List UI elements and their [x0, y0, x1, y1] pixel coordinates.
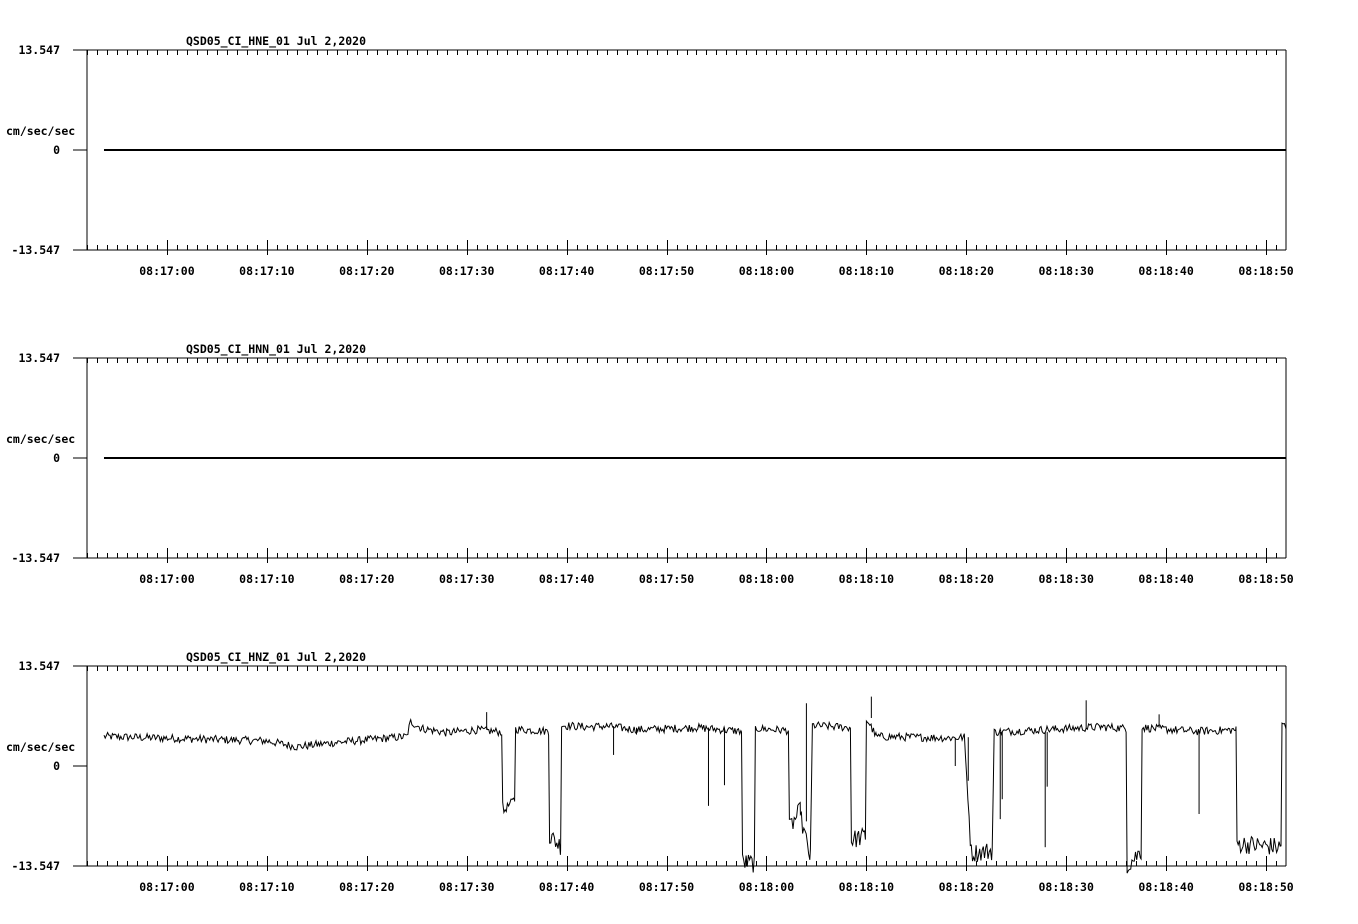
x-tick-label: 08:18:20 — [939, 264, 994, 278]
x-tick-label: 08:18:20 — [939, 880, 994, 894]
y-tick-label: 0 — [53, 759, 60, 773]
x-tick-label: 08:18:10 — [839, 264, 894, 278]
x-tick-label: 08:17:20 — [339, 572, 394, 586]
x-tick-label: 08:17:40 — [539, 880, 594, 894]
x-tick-label: 08:18:30 — [1038, 264, 1093, 278]
x-tick-label: 08:18:50 — [1238, 572, 1293, 586]
y-tick-label: 0 — [53, 143, 60, 157]
y-tick-label: 13.547 — [18, 43, 60, 57]
y-axis-label: cm/sec/sec — [6, 124, 75, 138]
x-tick-label: 08:18:40 — [1138, 264, 1193, 278]
x-tick-label: 08:18:00 — [739, 572, 794, 586]
x-tick-label: 08:17:40 — [539, 572, 594, 586]
y-tick-label: -13.547 — [12, 243, 61, 257]
panel-title: QSD05_CI_HNE_01 Jul 2,2020 — [186, 34, 366, 49]
x-tick-label: 08:18:30 — [1038, 572, 1093, 586]
x-tick-label: 08:18:50 — [1238, 264, 1293, 278]
y-axis-label: cm/sec/sec — [6, 432, 75, 446]
x-tick-label: 08:17:50 — [639, 880, 694, 894]
x-tick-label: 08:17:10 — [239, 880, 294, 894]
seismogram-figure: 13.547 0 -13.547 cm/sec/sec QSD05_CI_HNE_01 … — [0, 0, 1358, 924]
y-tick-label: 13.547 — [18, 351, 60, 365]
y-tick-label: 0 — [53, 451, 60, 465]
x-tick-label: 08:18:10 — [839, 572, 894, 586]
x-tick-label: 08:17:30 — [439, 880, 494, 894]
panel-title: QSD05_CI_HNZ_01 Jul 2,2020 — [186, 650, 366, 665]
x-tick-label: 08:18:30 — [1038, 880, 1093, 894]
x-tick-label: 08:17:00 — [139, 880, 194, 894]
x-tick-label: 08:17:20 — [339, 880, 394, 894]
y-axis-label: cm/sec/sec — [6, 740, 75, 754]
panel-title: QSD05_CI_HNN_01 Jul 2,2020 — [186, 342, 366, 357]
x-tick-label: 08:17:40 — [539, 264, 594, 278]
x-tick-label: 08:17:10 — [239, 572, 294, 586]
x-tick-label: 08:18:40 — [1138, 880, 1193, 894]
x-tick-label: 08:18:20 — [939, 572, 994, 586]
y-tick-label: 13.547 — [18, 659, 60, 673]
x-tick-label: 08:17:00 — [139, 264, 194, 278]
x-tick-label: 08:18:50 — [1238, 880, 1293, 894]
x-tick-label: 08:17:30 — [439, 264, 494, 278]
x-tick-label: 08:18:00 — [739, 264, 794, 278]
x-tick-label: 08:17:50 — [639, 572, 694, 586]
x-tick-label: 08:18:10 — [839, 880, 894, 894]
x-tick-label: 08:17:50 — [639, 264, 694, 278]
x-tick-label: 08:17:20 — [339, 264, 394, 278]
x-tick-label: 08:17:10 — [239, 264, 294, 278]
x-tick-label: 08:18:40 — [1138, 572, 1193, 586]
x-tick-label: 08:18:00 — [739, 880, 794, 894]
y-tick-label: -13.547 — [12, 551, 61, 565]
y-tick-label: -13.547 — [12, 859, 61, 873]
x-tick-label: 08:17:30 — [439, 572, 494, 586]
x-tick-label: 08:17:00 — [139, 572, 194, 586]
